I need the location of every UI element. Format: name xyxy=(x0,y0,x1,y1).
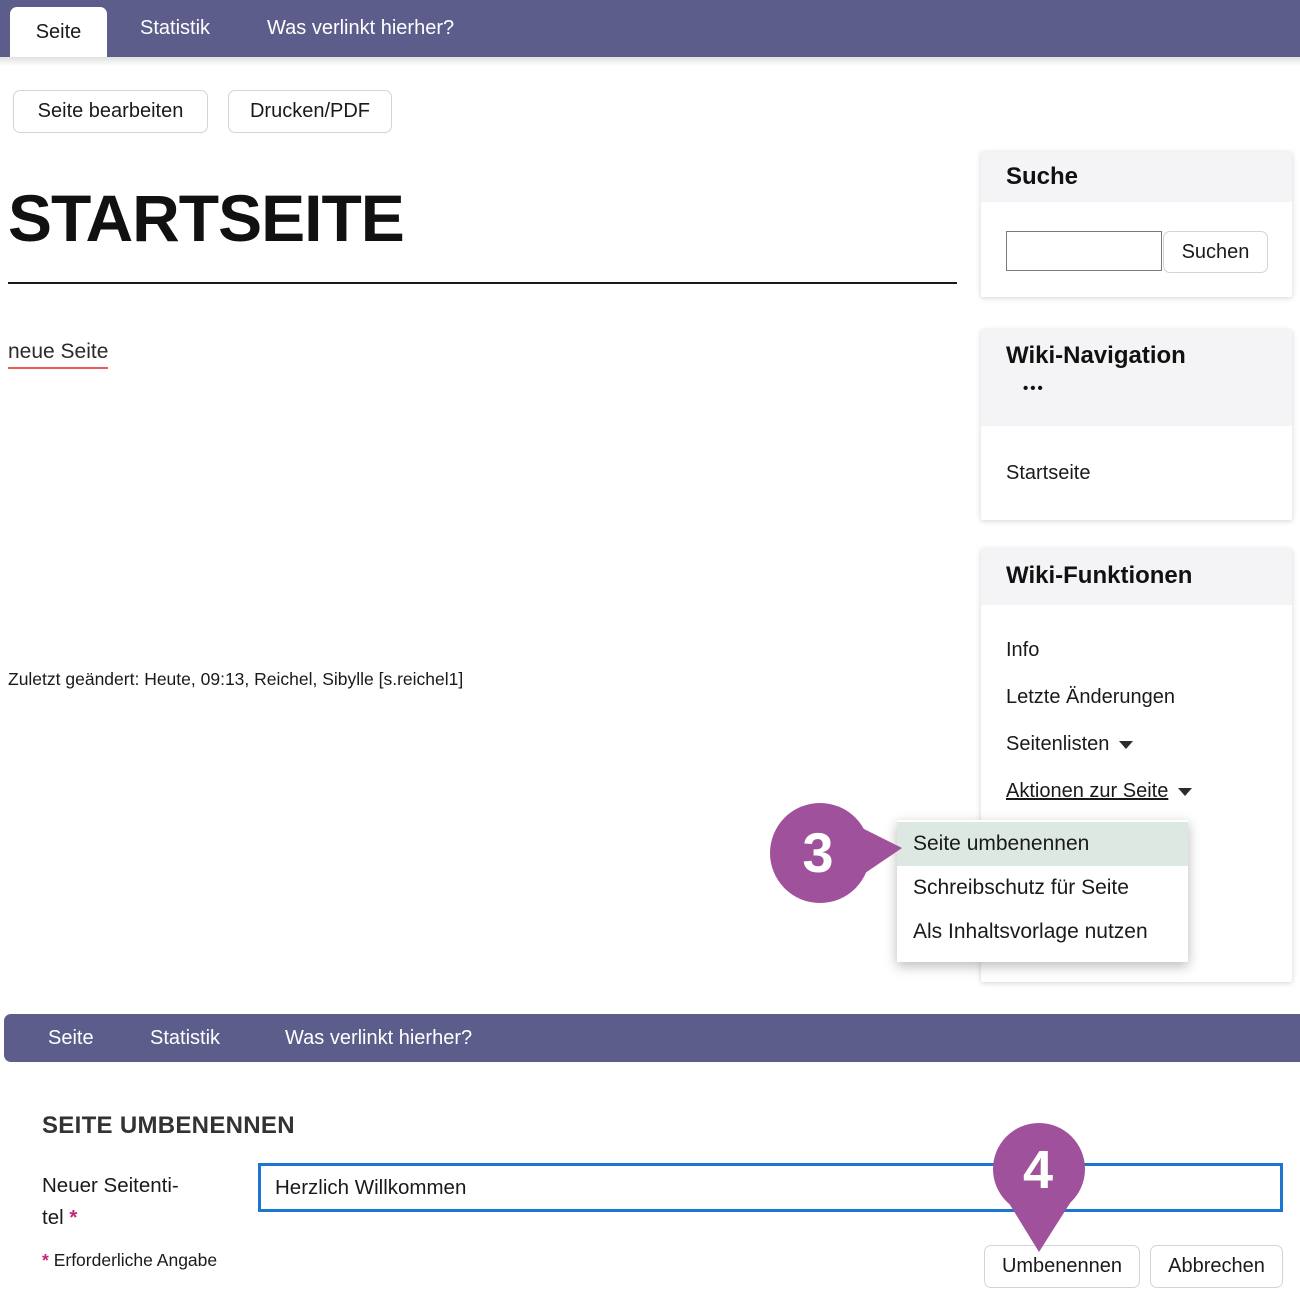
required-note-text: Erforderliche Angabe xyxy=(54,1250,217,1270)
navbar-top: Seite Statistik Was verlinkt hierher? xyxy=(0,0,1300,57)
menu-item-schreibschutz[interactable]: Schreibschutz für Seite xyxy=(897,866,1188,910)
wiki-navigation-panel: Wiki-Navigation ••• Startseite xyxy=(981,330,1292,520)
page-title: STARTSEITE xyxy=(8,180,957,284)
menu-item-inhaltsvorlage[interactable]: Als Inhaltsvorlage nutzen xyxy=(897,910,1188,954)
required-asterisk: * xyxy=(42,1250,49,1270)
search-input[interactable] xyxy=(1006,231,1162,271)
new-title-label: Neuer Seitenti- tel * xyxy=(42,1170,217,1234)
tab-was-verlinkt-hierher[interactable]: Was verlinkt hierher? xyxy=(267,0,454,57)
function-item-label: Seitenlisten xyxy=(1006,733,1109,756)
callout-step-3-number: 3 xyxy=(802,821,833,884)
rename-section-heading: SEITE UMBENENNEN xyxy=(42,1112,295,1140)
tab-statistik[interactable]: Statistik xyxy=(140,0,210,57)
search-button[interactable]: Suchen xyxy=(1163,231,1268,273)
wiki-functions-header: Wiki-Funktionen xyxy=(981,549,1292,605)
page-actions-menu: Seite umbenennen Schreibschutz für Seite… xyxy=(897,820,1188,962)
chevron-down-icon xyxy=(1178,788,1192,796)
last-modified-text: Zuletzt geändert: Heute, 09:13, Reichel,… xyxy=(8,669,463,690)
menu-item-seite-umbenennen[interactable]: Seite umbenennen xyxy=(897,822,1188,866)
function-item-label: Letzte Änderungen xyxy=(1006,686,1175,709)
chevron-down-icon xyxy=(1119,741,1133,749)
function-item-aktionen-zur-seite[interactable]: Aktionen zur Seite xyxy=(981,768,1292,815)
new-page-link[interactable]: neue Seite xyxy=(8,340,108,369)
edit-page-button[interactable]: Seite bearbeiten xyxy=(13,90,208,133)
function-item-label: Aktionen zur Seite xyxy=(1006,780,1168,803)
function-item-seitenlisten[interactable]: Seitenlisten xyxy=(981,721,1292,768)
ellipsis-icon[interactable]: ••• xyxy=(1023,380,1292,397)
callout-step-3: 3 xyxy=(768,800,904,906)
new-title-label-line2: tel xyxy=(42,1206,64,1229)
search-panel: Suche Suchen xyxy=(981,152,1292,297)
navbar-bottom: Seite Statistik Was verlinkt hierher? xyxy=(4,1014,1300,1062)
wiki-functions-list: Info Letzte Änderungen Seitenlisten Akti… xyxy=(981,627,1292,815)
new-page-title-input[interactable] xyxy=(258,1163,1283,1212)
wiki-navigation-title: Wiki-Navigation xyxy=(1006,342,1292,370)
tab-statistik-2[interactable]: Statistik xyxy=(150,1014,220,1062)
required-note: * Erforderliche Angabe xyxy=(42,1250,217,1271)
tab-seite[interactable]: Seite xyxy=(10,7,107,57)
new-title-label-line1: Neuer Seitenti- xyxy=(42,1174,179,1197)
cancel-button[interactable]: Abbrechen xyxy=(1150,1245,1283,1288)
wiki-navigation-header: Wiki-Navigation ••• xyxy=(981,330,1292,426)
required-asterisk: * xyxy=(69,1206,77,1229)
sidebar-item-startseite[interactable]: Startseite xyxy=(1006,462,1090,485)
print-pdf-button[interactable]: Drucken/PDF xyxy=(228,90,392,133)
function-item-label: Info xyxy=(1006,639,1039,662)
wiki-functions-title: Wiki-Funktionen xyxy=(1006,562,1292,590)
rename-button[interactable]: Umbenennen xyxy=(984,1245,1140,1288)
function-item-letzte-aenderungen[interactable]: Letzte Änderungen xyxy=(981,674,1292,721)
navbar-shadow xyxy=(0,57,1300,66)
tab-was-verlinkt-hierher-2[interactable]: Was verlinkt hierher? xyxy=(285,1014,472,1062)
search-panel-header: Suche xyxy=(981,152,1292,202)
search-panel-title: Suche xyxy=(1006,163,1292,191)
function-item-info[interactable]: Info xyxy=(981,627,1292,674)
tab-seite-2[interactable]: Seite xyxy=(48,1014,94,1062)
wiki-page: Seite Statistik Was verlinkt hierher? Se… xyxy=(0,0,1300,1300)
